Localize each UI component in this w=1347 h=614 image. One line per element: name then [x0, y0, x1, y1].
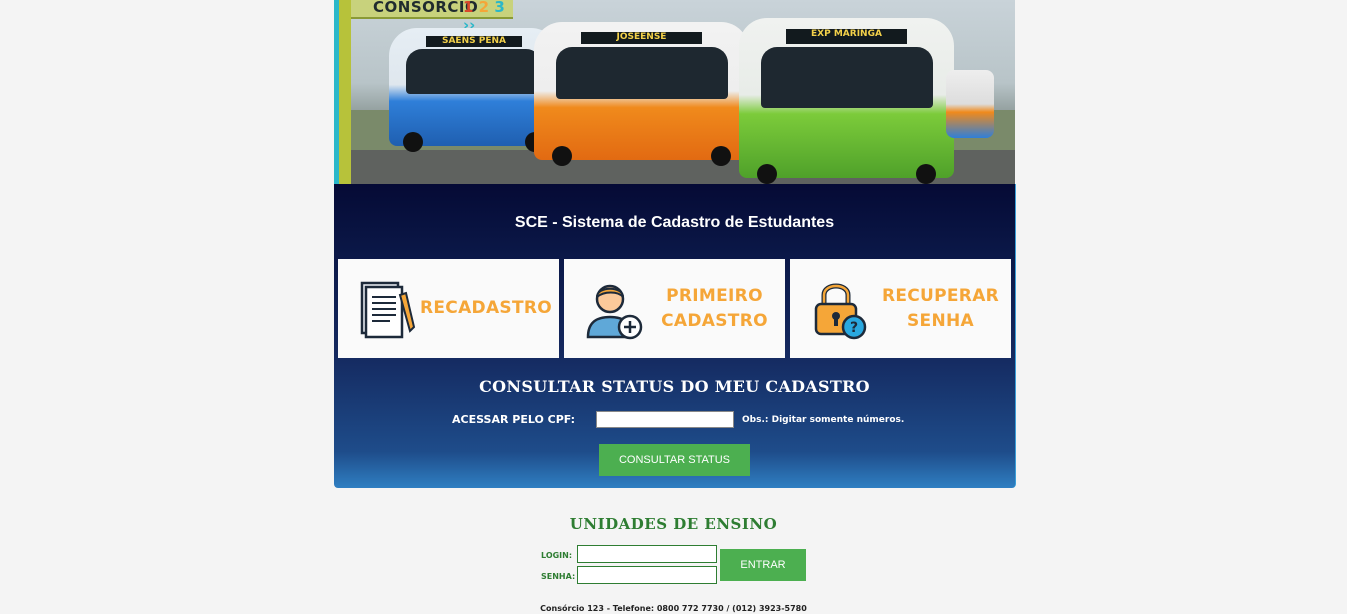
senha-input[interactable]: [577, 566, 717, 584]
primeiro-cadastro-label: PRIMEIRO CADASTRO: [661, 285, 768, 331]
entrar-button[interactable]: ENTRAR: [720, 549, 806, 581]
login-input[interactable]: [577, 545, 717, 563]
recadastro-label: RECADASTRO: [420, 298, 552, 318]
header-banner: CONSÓRCIO 1 2 3 ›› SAENS PENA JOSEENSE E…: [334, 0, 1015, 184]
senha-label: SENHA:: [541, 572, 576, 581]
recuperar-senha-button[interactable]: ? RECUPERAR SENHA: [790, 259, 1011, 358]
primeiro-cadastro-button[interactable]: PRIMEIRO CADASTRO: [564, 259, 785, 358]
consultar-status-button[interactable]: CONSULTAR STATUS: [599, 444, 750, 476]
bus-image-orange: JOSEENSE: [534, 22, 749, 166]
svg-text:?: ?: [850, 320, 858, 336]
footer-contact: Consórcio 123 - Telefone: 0800 772 7730 …: [540, 604, 807, 613]
recadastro-button[interactable]: RECADASTRO: [338, 259, 559, 358]
panel-title: SCE - Sistema de Cadastro de Estudantes: [514, 214, 835, 231]
unidades-title: UNIDADES DE ENSINO: [569, 515, 778, 533]
user-add-icon: [586, 284, 643, 339]
login-label: LOGIN:: [541, 551, 573, 560]
bus-image-far: [946, 70, 994, 138]
document-pen-icon: [360, 281, 416, 338]
status-title: CONSULTAR STATUS DO MEU CADASTRO: [479, 377, 870, 396]
cpf-label: ACESSAR PELO CPF:: [452, 413, 576, 426]
sce-panel: SCE - Sistema de Cadastro de Estudantes …: [334, 184, 1016, 488]
recuperar-senha-label: RECUPERAR SENHA: [881, 285, 1000, 331]
cpf-note: Obs.: Digitar somente números.: [742, 415, 905, 425]
bus-image-green: EXP MARINGA: [739, 18, 954, 184]
cpf-input[interactable]: [596, 411, 734, 428]
main-container: CONSÓRCIO 1 2 3 ›› SAENS PENA JOSEENSE E…: [334, 0, 1016, 488]
padlock-question-icon: ?: [814, 283, 867, 339]
consorcio-logo: CONSÓRCIO 1 2 3 ››: [351, 0, 513, 34]
